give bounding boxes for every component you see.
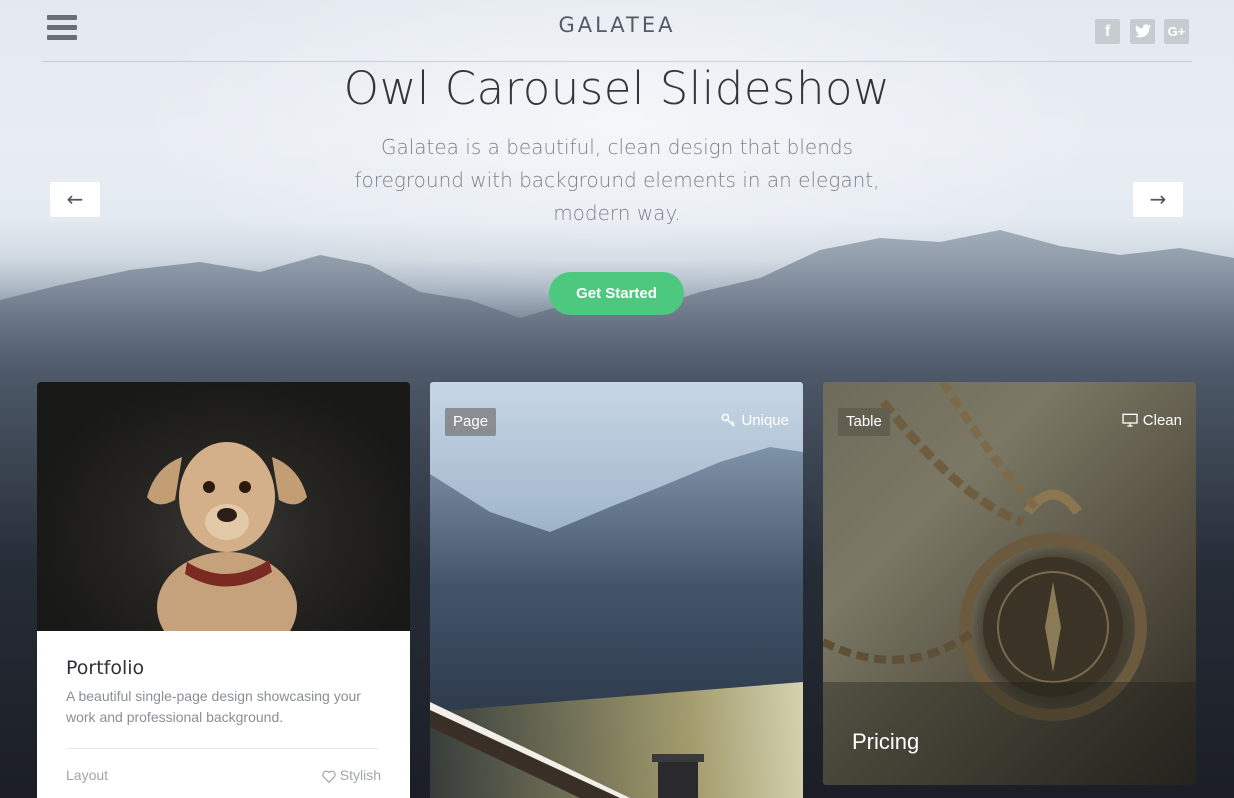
heart-icon bbox=[322, 770, 336, 784]
portfolio-card[interactable]: Portfolio A beautiful single-page design… bbox=[37, 382, 410, 798]
compass-chain-photo bbox=[823, 382, 1196, 785]
card-category[interactable]: Layout bbox=[66, 767, 108, 783]
card-title: Pricing bbox=[852, 729, 920, 754]
pricing-card[interactable]: Table Clean Pricing bbox=[823, 382, 1196, 785]
card-like-label: Stylish bbox=[339, 767, 381, 783]
hero-title: Owl Carousel Slideshow bbox=[343, 62, 891, 115]
facebook-icon[interactable]: f bbox=[1095, 19, 1120, 44]
dog-photo bbox=[37, 382, 410, 662]
card-description: A beautiful single-page design showcasin… bbox=[66, 688, 361, 725]
snowy-forest-mountain-photo bbox=[430, 382, 803, 798]
twitter-icon[interactable] bbox=[1130, 19, 1155, 44]
carousel-next-button[interactable]: → bbox=[1133, 182, 1183, 217]
page-badge[interactable]: Page bbox=[445, 408, 497, 436]
monitor-icon bbox=[1122, 413, 1138, 427]
card-title: Portfolio bbox=[66, 657, 145, 679]
table-badge[interactable]: Table bbox=[838, 408, 890, 436]
unique-tag[interactable]: Unique bbox=[721, 412, 789, 429]
clean-tag[interactable]: Clean bbox=[1122, 412, 1182, 429]
brand-logo[interactable]: GALATEA bbox=[0, 13, 1234, 37]
card-like[interactable]: Stylish bbox=[322, 767, 381, 784]
hero-subtitle: Galatea is a beautiful, clean design tha… bbox=[354, 135, 880, 225]
clean-tag-label: Clean bbox=[1142, 412, 1182, 429]
google-plus-icon[interactable]: G+ bbox=[1164, 19, 1189, 44]
card-divider bbox=[66, 748, 379, 749]
page-card[interactable]: Page Unique bbox=[430, 382, 803, 798]
unique-tag-label: Unique bbox=[741, 412, 789, 429]
get-started-button[interactable]: Get Started bbox=[549, 272, 684, 315]
carousel-prev-button[interactable]: ← bbox=[50, 182, 100, 217]
key-icon bbox=[721, 413, 736, 427]
